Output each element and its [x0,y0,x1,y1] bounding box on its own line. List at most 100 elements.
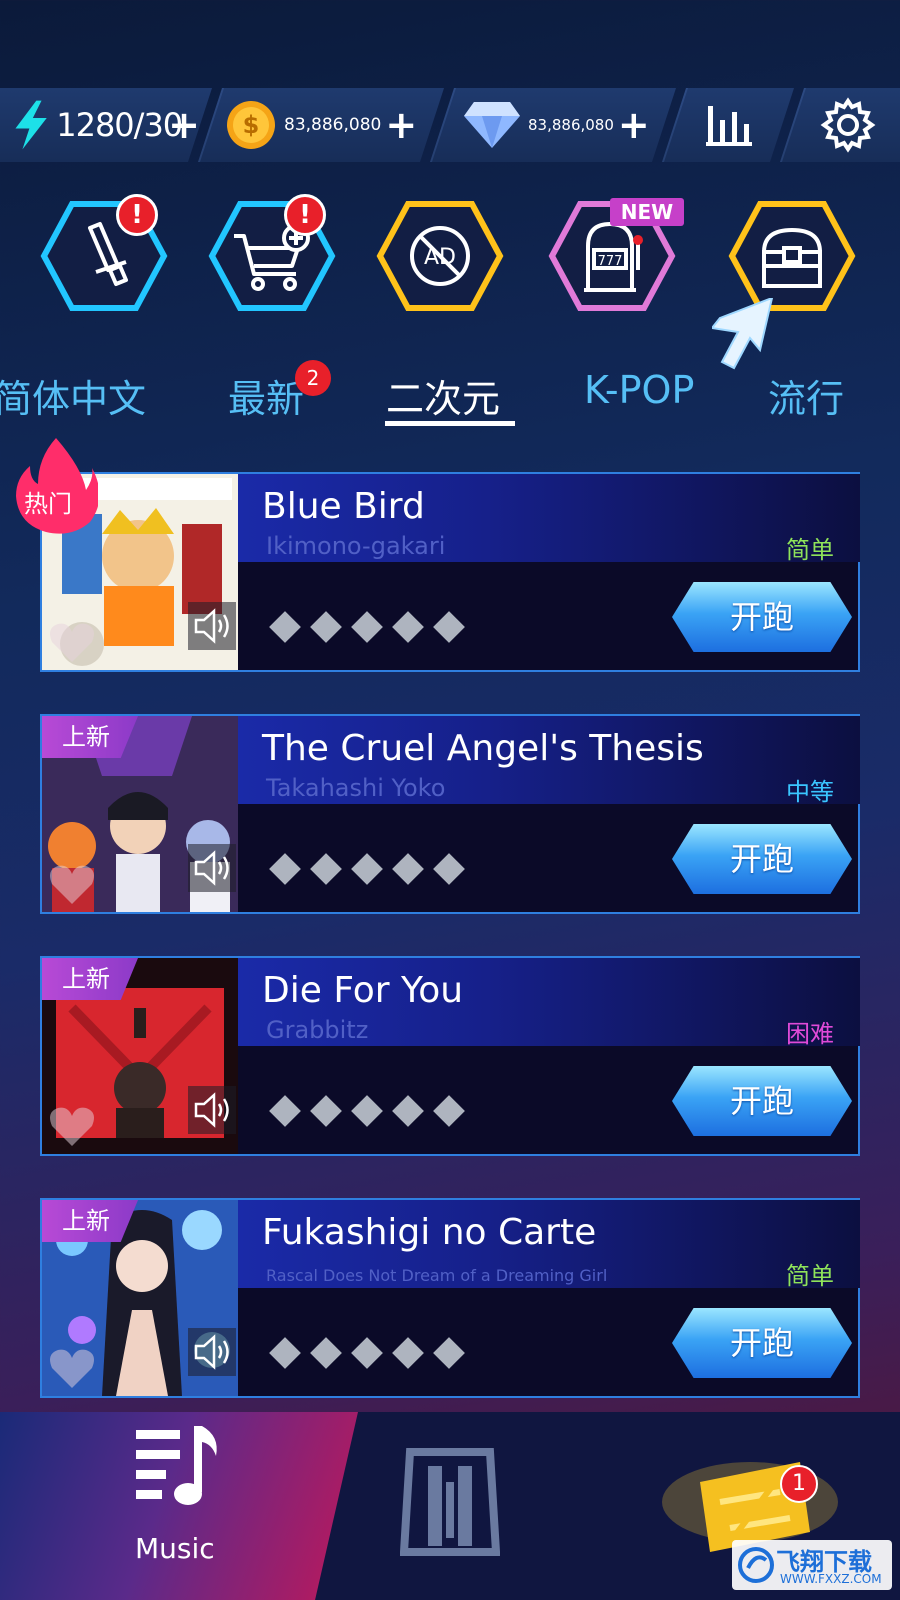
song-artist: Rascal Does Not Dream of a Dreaming Girl [266,1266,608,1285]
start-run-button[interactable]: 开跑 [672,824,852,894]
diamond-rating-icon [392,853,424,885]
tab-latest-count-badge: 2 [295,360,331,396]
tab-latest[interactable]: 最新 [228,368,304,423]
tab-kpop[interactable]: K-POP [584,368,694,412]
song-header: Die For You Grabbitz 困难 [238,958,860,1048]
favorite-heart-icon[interactable] [48,620,96,664]
difficulty-diamonds [269,853,465,885]
difficulty-label: 简单 [786,1262,834,1290]
feature-shop-button[interactable]: ! [208,194,336,312]
diamond-rating-icon [433,853,465,885]
feature-remove-ads-button[interactable]: AD [376,200,504,312]
diamond-rating-icon [351,853,383,885]
song-title: The Cruel Angel's Thesis [262,728,704,769]
song-card[interactable]: 上新 Die For You Grabbitz 困难 开跑 [40,956,860,1156]
song-title: Blue Bird [262,486,425,527]
add-energy-button[interactable]: + [168,103,200,147]
song-header: The Cruel Angel's Thesis Takahashi Yoko … [238,716,860,806]
favorite-heart-icon[interactable] [48,1346,96,1390]
active-tab-indicator [385,421,515,426]
song-header: Fukashigi no Carte Rascal Does Not Dream… [238,1200,860,1290]
diamond-rating-icon [433,1337,465,1369]
stats-panel[interactable] [661,88,795,162]
song-header: Blue Bird Ikimono-gakari 简单 [238,474,860,564]
speaker-preview-icon[interactable] [188,1328,236,1376]
song-artist: Takahashi Yoko [266,774,446,802]
song-card[interactable]: 上新 The Cruel Angel's Thesis Takahashi Yo… [40,714,860,914]
feature-slot-machine-button[interactable]: 777 NEW [548,198,684,312]
speaker-preview-icon[interactable] [188,1086,236,1134]
garage-gate-icon [399,1448,501,1556]
song-artist: Ikimono-gakari [266,532,446,560]
add-coins-button[interactable]: + [385,103,417,147]
currency-bar: 1280/30 + $ 83,886,080 + 83,886,080 + [0,88,900,162]
difficulty-label: 困难 [786,1020,834,1048]
diamond-rating-icon [392,1337,424,1369]
diamond-rating-icon [269,1337,301,1369]
difficulty-diamonds [269,1095,465,1127]
diamond-rating-icon [310,611,342,643]
song-title: Fukashigi no Carte [262,1212,597,1253]
hot-tag: 热门 [12,438,100,534]
diamond-rating-icon [310,1337,342,1369]
energy-panel[interactable]: 1280/30 + [0,88,213,162]
favorite-heart-icon[interactable] [48,862,96,906]
tab-simplified-chinese[interactable]: 简体中文 [0,368,146,423]
song-card[interactable]: 上新 Fukashigi no Carte Rascal Does Not Dr… [40,1198,860,1398]
svg-text:777: 777 [598,254,623,269]
hexagon-frame-gold [728,201,856,311]
feature-weapon-button[interactable]: ! [40,194,168,312]
settings-panel[interactable] [779,88,900,162]
watermark-logo-icon [738,1547,774,1583]
bar-chart-icon[interactable] [704,102,754,148]
difficulty-label: 简单 [786,536,834,564]
gem-amount: 83,886,080 [528,116,614,134]
tab-anime[interactable]: 二次元 [386,368,500,423]
start-run-button[interactable]: 开跑 [672,582,852,652]
feature-treasure-button[interactable] [728,200,856,312]
hexagon-frame-gold: AD [376,201,504,311]
add-gems-button[interactable]: + [618,103,650,147]
lightning-icon [15,100,47,150]
diamond-rating-icon [392,1095,424,1127]
diamond-rating-icon [351,611,383,643]
gem-panel[interactable]: 83,886,080 + [429,88,677,162]
svg-text:$: $ [243,111,260,139]
diamond-rating-icon [392,611,424,643]
song-title: Die For You [262,970,464,1011]
speaker-preview-icon[interactable] [188,844,236,892]
new-badge: NEW [610,198,684,226]
diamond-rating-icon [269,611,301,643]
diamond-rating-icon [269,853,301,885]
coin-panel[interactable]: $ 83,886,080 + [197,88,445,162]
song-card[interactable]: Blue Bird Ikimono-gakari 简单 开跑 热门 [16,438,860,672]
diamond-rating-icon [351,1337,383,1369]
tab-pop[interactable]: 流行 [768,368,844,423]
favorite-heart-icon[interactable] [48,1104,96,1148]
diamond-rating-icon [269,1095,301,1127]
speaker-preview-icon[interactable] [188,602,236,650]
category-tabs: 简体中文 最新 2 二次元 K-POP 流行 [0,360,900,430]
nav-music-tab[interactable]: Music [0,1412,358,1600]
alert-badge: ! [284,194,326,236]
energy-value: 1280/30 [56,106,183,144]
coin-icon: $ [227,101,275,149]
gear-icon[interactable] [820,97,876,153]
watermark-url: WWW.FXXZ.COM [780,1572,882,1586]
coin-amount: 83,886,080 [284,115,382,135]
start-run-button[interactable]: 开跑 [672,1066,852,1136]
difficulty-diamonds [269,611,465,643]
music-note-icon [136,1426,217,1505]
site-watermark: 飞翔下载 WWW.FXXZ.COM [732,1540,892,1590]
difficulty-label: 中等 [786,778,834,806]
difficulty-diamonds [269,1337,465,1369]
diamond-rating-icon [310,853,342,885]
diamond-rating-icon [310,1095,342,1127]
nav-music-label: Music [135,1532,215,1565]
start-run-button[interactable]: 开跑 [672,1308,852,1378]
rewards-count-badge: 1 [780,1465,818,1503]
nav-garage-tab[interactable] [399,1442,501,1558]
song-artist: Grabbitz [266,1016,369,1044]
diamond-gem-icon [464,102,520,148]
hot-tag-label: 热门 [24,490,72,518]
